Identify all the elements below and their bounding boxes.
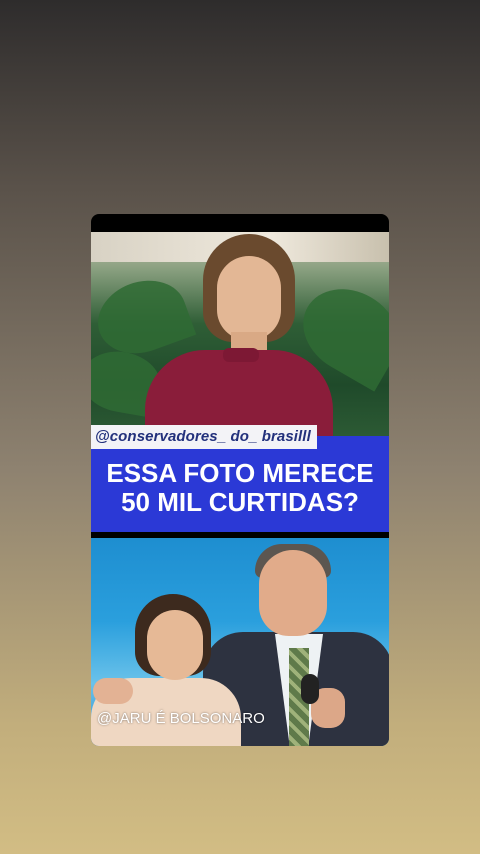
woman-face xyxy=(217,256,281,340)
woman-garment xyxy=(145,348,333,436)
watermark-text: @JARU É BOLSONARO xyxy=(97,710,265,727)
account-handle-tag[interactable]: @conservadores_ do_ brasilll xyxy=(91,425,317,449)
headline-line-2: 50 MIL CURTIDAS? xyxy=(121,487,359,517)
headline-banner: ESSA FOTO MERECE 50 MIL CURTIDAS? xyxy=(91,436,389,532)
story-screen: { "post": { "handle": "@conservadores_ d… xyxy=(0,0,480,854)
microphone-icon xyxy=(301,674,319,704)
headline-text: ESSA FOTO MERECE 50 MIL CURTIDAS? xyxy=(91,459,389,517)
palm-leaf xyxy=(91,268,197,366)
man-face xyxy=(259,550,327,636)
woman-face xyxy=(147,610,203,680)
headline-line-1: ESSA FOTO MERECE xyxy=(106,458,374,488)
story-post-card[interactable]: ESSA FOTO MERECE 50 MIL CURTIDAS? @conse… xyxy=(91,214,389,746)
woman-arm xyxy=(93,678,133,704)
top-photo-woman-portrait xyxy=(91,232,389,436)
